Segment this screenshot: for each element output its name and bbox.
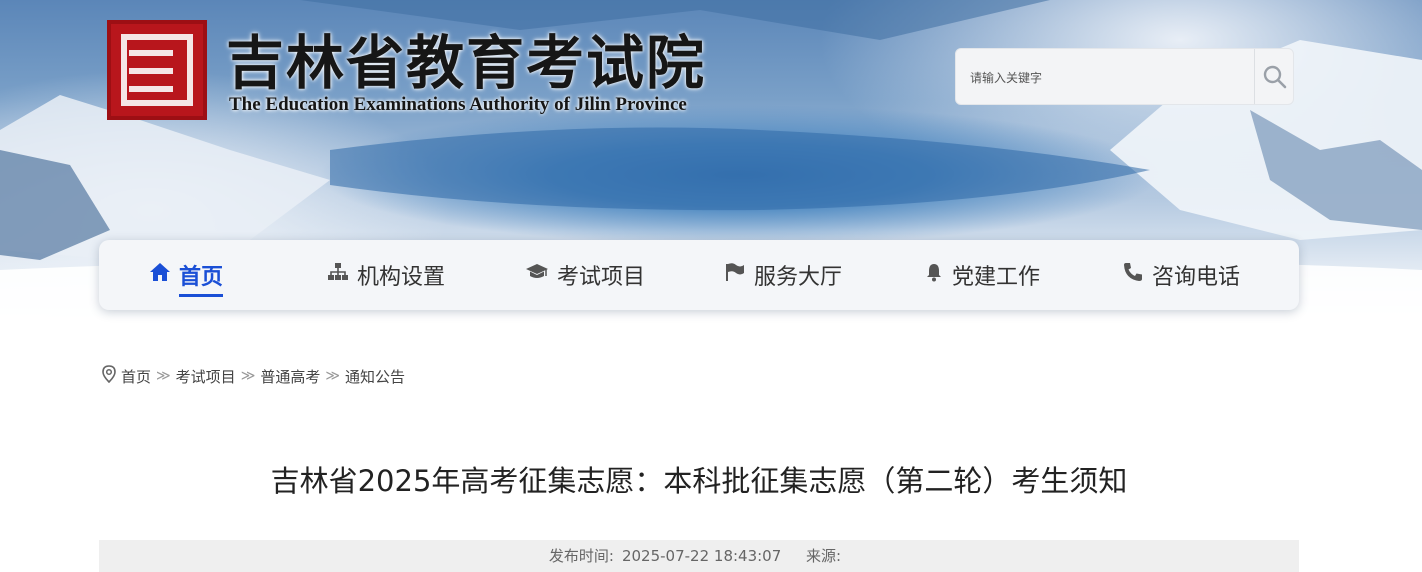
breadcrumb-exams[interactable]: 考试项目 [176,366,236,387]
breadcrumb-gaokao[interactable]: 普通高考 [260,366,320,387]
search-icon [1263,65,1287,89]
publish-time: 2025-07-22 18:43:07 [621,547,782,565]
nav-label: 首页 [179,265,224,290]
source-label: 来源: [806,547,842,565]
nav-label: 党建工作 [952,265,1041,290]
seal-logo-icon[interactable] [107,20,207,120]
active-indicator [179,294,224,297]
location-pin-icon [101,365,117,387]
home-icon [149,262,171,288]
main-nav: 首页 机构设置 考试项目 服务大厅 党建工作 咨询电话 [99,240,1299,310]
chevron-double-right-icon: ≫ [240,368,256,384]
publish-label: 发布时间: [548,547,614,565]
nav-label: 机构设置 [357,265,446,290]
breadcrumb-notices[interactable]: 通知公告 [345,366,405,387]
search-button[interactable] [1254,49,1293,104]
nav-item-org[interactable]: 机构设置 [327,240,445,310]
article-title: 吉林省2025年高考征集志愿：本科批征集志愿（第二轮）考生须知 [270,464,1128,498]
search-box [955,48,1294,105]
nav-item-party[interactable]: 党建工作 [924,240,1040,310]
article-meta: 发布时间: 2025-07-22 18:43:07 来源: [99,540,1299,572]
breadcrumb: 首页 ≫ 考试项目 ≫ 普通高考 ≫ 通知公告 [101,365,405,387]
breadcrumb-home[interactable]: 首页 [121,366,151,387]
chevron-double-right-icon: ≫ [156,368,171,384]
nav-item-phone[interactable]: 咨询电话 [1122,240,1240,310]
nav-item-services[interactable]: 服务大厅 [724,240,842,310]
org-chart-icon [327,262,349,288]
nav-label: 咨询电话 [1152,265,1241,290]
bell-icon [924,262,944,288]
site-subtitle: The Education Examinations Authority of … [229,94,687,115]
phone-icon [1122,262,1144,288]
nav-label: 服务大厅 [754,265,843,290]
chevron-double-right-icon: ≫ [325,368,341,384]
flag-icon [724,262,746,288]
graduation-cap-icon [525,262,549,288]
search-input[interactable] [968,63,1252,93]
nav-label: 考试项目 [557,265,646,290]
site-title: 吉林省教育考试院 [226,29,707,97]
nav-item-exams[interactable]: 考试项目 [525,240,645,310]
nav-item-home[interactable]: 首页 [149,240,224,310]
